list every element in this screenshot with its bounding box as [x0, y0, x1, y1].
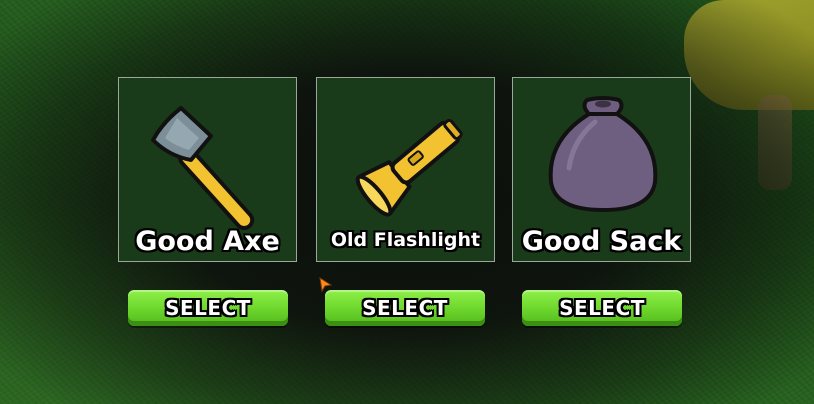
item-card-good-axe: Good Axe [118, 77, 297, 262]
select-button-good-sack[interactable]: SELECT [522, 290, 682, 326]
item-name: Good Axe [135, 226, 280, 257]
item-card-good-sack: Good Sack [512, 77, 691, 262]
item-selection-panel: Good Axe Old Flashlight Good Sack SELECT… [0, 0, 814, 404]
item-name: Good Sack [521, 226, 682, 257]
item-name: Old Flashlight [330, 229, 481, 251]
select-button-good-axe[interactable]: SELECT [128, 290, 288, 326]
item-card-old-flashlight: Old Flashlight [316, 77, 495, 262]
select-button-old-flashlight[interactable]: SELECT [325, 290, 485, 326]
mouse-cursor-icon [319, 277, 333, 293]
